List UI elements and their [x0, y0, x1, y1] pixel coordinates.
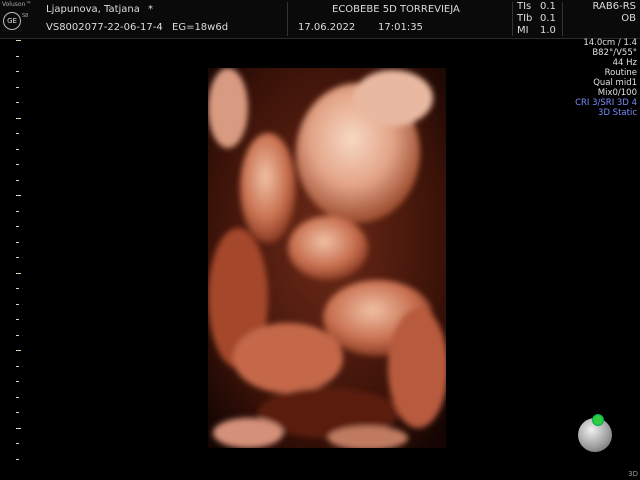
gestational-age: EG=18w6d [172, 22, 229, 33]
brand-label: Voluson™ [2, 1, 32, 8]
brand-sub-label: S8 [22, 13, 29, 19]
ruler-tick [16, 257, 19, 258]
ruler-tick [16, 272, 21, 274]
tib-value: 0.1 [540, 13, 556, 24]
param-frame-rate: 44 Hz [612, 58, 637, 68]
ruler-tick [16, 40, 21, 41]
exam-date: 17.06.2022 [298, 22, 356, 33]
patient-name: Ljapunova, Tatjana [46, 4, 140, 15]
study-id: VS8002077-22-06-17-4 [46, 22, 163, 33]
tis-label: TIs [517, 1, 532, 12]
ge-logo-icon: GE [3, 12, 21, 30]
ruler-tick [16, 319, 19, 320]
probe-name: RAB6-RS [592, 1, 636, 12]
ruler-tick [16, 179, 19, 181]
header-bar: Voluson™ GE S8 Ljapunova, Tatjana * VS80… [0, 0, 640, 39]
ruler-tick [16, 86, 19, 88]
ruler-tick [16, 148, 19, 150]
ruler-tick [16, 334, 19, 336]
param-mix: Mix0/100 [597, 88, 637, 98]
ruler-tick [16, 117, 21, 119]
mi-value: 1.0 [540, 25, 556, 36]
depth-ruler [16, 40, 22, 480]
imaging-parameters: 14.0cm / 1.4 B82°/V55° 44 Hz Routine Qua… [575, 38, 637, 118]
param-3d-mode: 3D Static [598, 108, 637, 118]
ultrasound-3d-render[interactable] [208, 68, 448, 450]
ruler-tick [16, 303, 19, 305]
ruler-tick [16, 55, 19, 57]
ruler-tick [16, 412, 19, 413]
mode-label: 3D [628, 470, 638, 478]
exam-time: 17:01:35 [378, 22, 423, 33]
ruler-tick [16, 164, 19, 165]
ruler-tick [16, 396, 19, 398]
ruler-tick [16, 443, 19, 444]
ruler-tick [16, 427, 21, 429]
ruler-tick [16, 458, 19, 460]
param-depth: 14.0cm / 1.4 [583, 38, 637, 48]
param-preset: Routine [604, 68, 637, 78]
ruler-tick [16, 241, 19, 243]
tib-label: TIb [517, 13, 533, 24]
ruler-tick [16, 102, 19, 103]
header-divider [562, 2, 563, 36]
ruler-tick [16, 226, 19, 227]
header-divider [287, 2, 288, 36]
patient-star: * [148, 4, 153, 15]
tis-value: 0.1 [540, 1, 556, 12]
ruler-tick [16, 133, 19, 134]
fetal-render-image [208, 68, 448, 450]
trackball-indicator-icon [592, 414, 604, 426]
header-divider [512, 2, 513, 36]
param-cri-sri: CRI 3/SRI 3D 4 [575, 98, 637, 108]
ruler-tick [16, 350, 21, 351]
param-quality: Qual mid1 [593, 78, 637, 88]
ruler-tick [16, 288, 19, 289]
ruler-tick [16, 381, 19, 382]
application-preset: OB [621, 13, 636, 24]
mi-label: MI [517, 25, 529, 36]
clinic-name: ECOBEBE 5D TORREVIEJA [332, 4, 460, 15]
ruler-tick [16, 365, 19, 367]
param-angle: B82°/V55° [592, 48, 637, 58]
ruler-tick [16, 71, 19, 72]
ruler-tick [16, 210, 19, 212]
ruler-tick [16, 195, 21, 196]
